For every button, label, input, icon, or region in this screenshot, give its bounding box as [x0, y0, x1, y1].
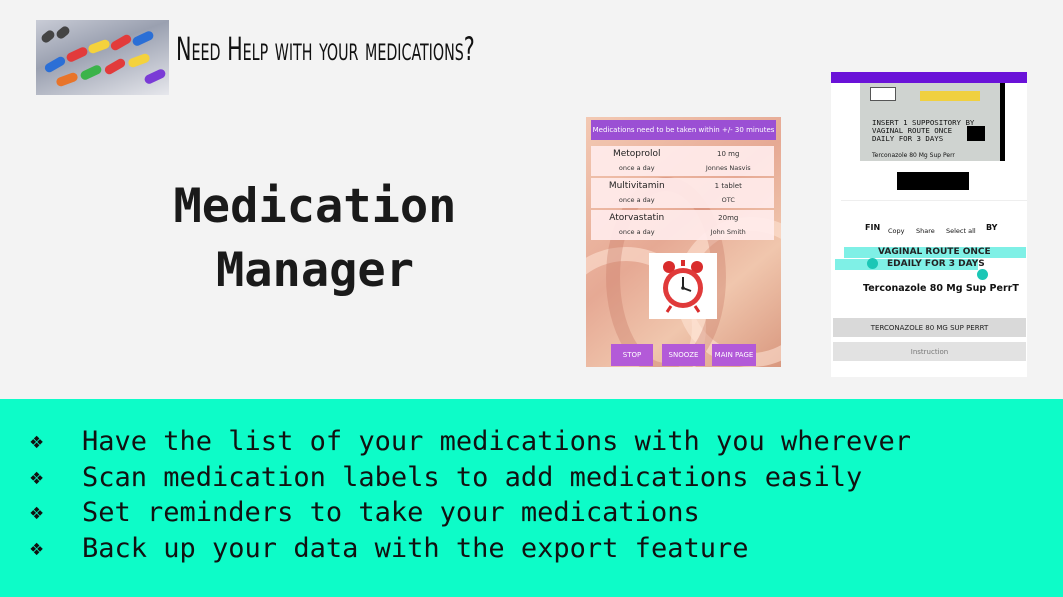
feature-item: ❖ Scan medication labels to add medicati… [30, 460, 911, 496]
reminder-screenshot: Medications need to be taken within +/- … [586, 117, 781, 367]
copy-menu-item[interactable]: Copy [888, 227, 905, 235]
feature-item: ❖ Have the list of your medications with… [30, 424, 911, 460]
feature-text: Set reminders to take your medications [82, 497, 700, 529]
medication-list: Metoprolol 10 mg once a day Jonnes Nasvi… [591, 146, 774, 242]
label-drug: Terconazole 80 Mg Sup Perr [872, 152, 955, 159]
drug-name-button[interactable]: TERCONAZOLE 80 MG SUP PERRT [833, 318, 1026, 337]
medication-prescriber: Jonnes Nasvis [705, 164, 751, 172]
feature-text: Scan medication labels to add medication… [82, 461, 863, 493]
redaction [897, 172, 969, 190]
app-title-line2: Manager [215, 243, 415, 298]
alarm-clock-icon [649, 253, 717, 319]
select-all-menu-item[interactable]: Select all [946, 227, 976, 235]
medication-dose: 20mg [718, 214, 739, 222]
app-bar [831, 72, 1027, 83]
highlighted-text-line2[interactable]: EDAILY FOR 3 DAYS [835, 259, 985, 270]
feature-list: ❖ Have the list of your medications with… [30, 424, 911, 566]
selection-handle-start[interactable] [867, 258, 878, 269]
medication-frequency: once a day [618, 196, 655, 204]
label-photo: INSERT 1 SUPPOSITORY BY VAGINAL ROUTE ON… [860, 83, 1005, 161]
selected-text-right: BY [986, 223, 998, 232]
medication-dose: 10 mg [717, 150, 740, 158]
recognized-drug-name: Terconazole 80 Mg Sup PerrT [863, 283, 1019, 294]
bullet-icon: ❖ [30, 535, 44, 561]
medication-name: Multivitamin [608, 181, 665, 191]
app-title-line1: Medication [173, 179, 457, 234]
bullet-icon: ❖ [30, 500, 44, 526]
feature-item: ❖ Set reminders to take your medications [30, 495, 911, 531]
share-menu-item[interactable]: Share [916, 227, 935, 235]
main-page-button[interactable]: MAIN PAGE [712, 344, 756, 366]
highlighted-text-line1[interactable]: VAGINAL ROUTE ONCE [844, 247, 1026, 258]
medication-row[interactable]: Metoprolol 10 mg once a day Jonnes Nasvi… [591, 146, 774, 176]
label-line3: DAILY FOR 3 DAYS [872, 134, 944, 143]
stop-button[interactable]: STOP [611, 344, 653, 366]
medication-prescriber: OTC [721, 196, 735, 204]
selected-text-left: FIN [865, 223, 881, 232]
medication-name: Metoprolol [612, 149, 661, 159]
bullet-icon: ❖ [30, 429, 44, 455]
instruction-button[interactable]: Instruction [833, 342, 1026, 361]
selection-handle-end[interactable] [977, 269, 988, 280]
features-band: ❖ Have the list of your medications with… [0, 399, 1063, 597]
reminder-banner: Medications need to be taken within +/- … [591, 120, 776, 140]
medication-name: Atorvastatin [609, 213, 665, 223]
feature-item: ❖ Back up your data with the export feat… [30, 531, 911, 567]
medication-row[interactable]: Multivitamin 1 tablet once a day OTC [591, 178, 774, 208]
feature-text: Have the list of your medications with y… [82, 426, 912, 458]
header-title: Need Help with your medications? [176, 30, 475, 68]
pills-image [36, 20, 169, 95]
scan-screenshot: INSERT 1 SUPPOSITORY BY VAGINAL ROUTE ON… [831, 72, 1027, 377]
medication-frequency: once a day [618, 228, 655, 236]
medication-dose: 1 tablet [714, 182, 742, 190]
medication-prescriber: John Smith [710, 228, 746, 236]
app-title: Medication Manager [120, 175, 510, 303]
snooze-button[interactable]: SNOOZE [662, 344, 705, 366]
feature-text: Back up your data with the export featur… [82, 532, 749, 564]
medication-frequency: once a day [618, 164, 655, 172]
bullet-icon: ❖ [30, 464, 44, 490]
medication-row[interactable]: Atorvastatin 20mg once a day John Smith [591, 210, 774, 240]
